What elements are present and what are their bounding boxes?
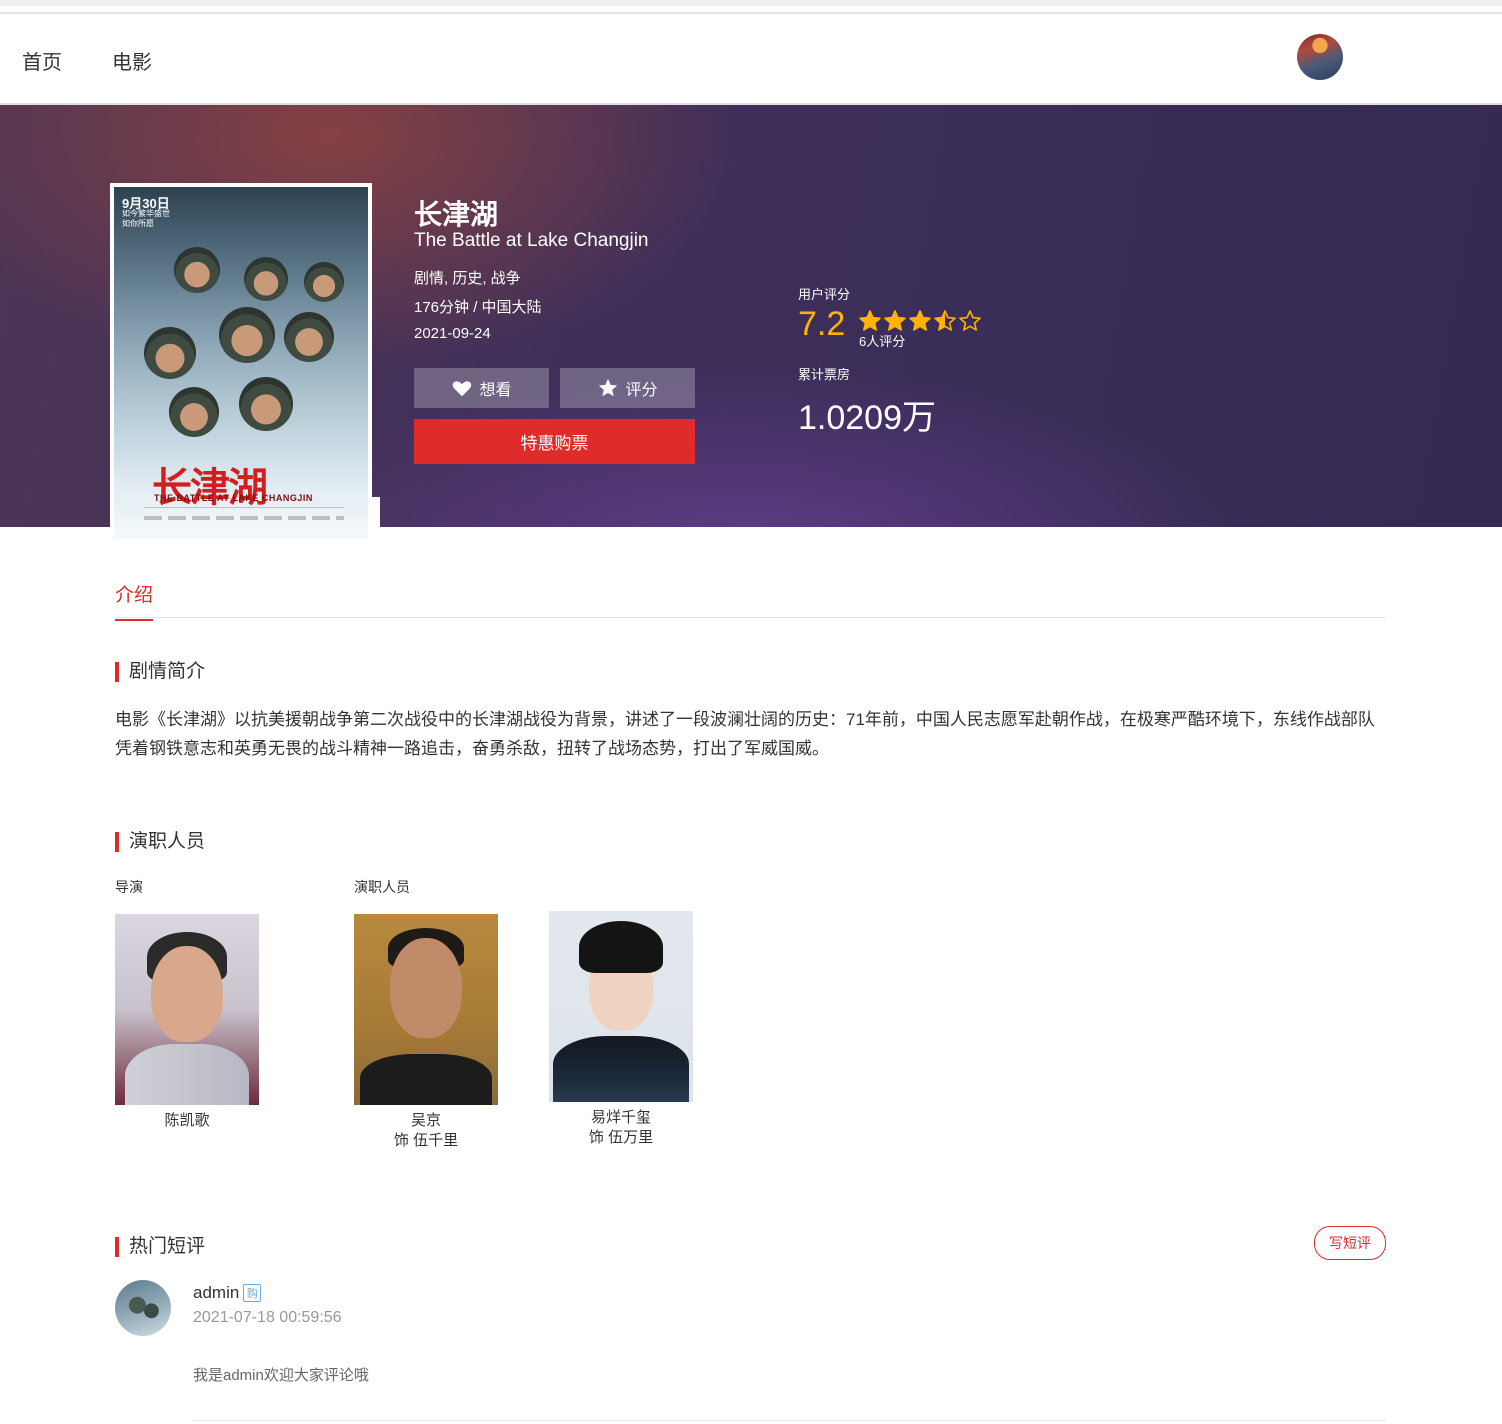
director-name: 陈凯歌 bbox=[164, 1112, 210, 1129]
poster-soldier bbox=[219, 307, 275, 363]
rating-score: 7.2 bbox=[798, 305, 846, 343]
reviews-heading: 热门短评 bbox=[115, 1237, 205, 1257]
review-divider bbox=[193, 1420, 1386, 1421]
star-half-icon bbox=[934, 310, 956, 331]
poster-image: 9月30日 如今繁华盛世 如你所愿 长津湖 THE BATTLE AT LAKE… bbox=[114, 187, 368, 539]
browser-top-strip bbox=[0, 0, 1502, 6]
star-full-icon bbox=[859, 310, 881, 331]
actor-name: 吴京 bbox=[410, 1112, 441, 1129]
rating-count: 6人评分 bbox=[859, 334, 906, 349]
poster-frame-tab bbox=[368, 497, 380, 543]
star-full-icon bbox=[909, 310, 931, 331]
top-nav: 首页 电影 bbox=[0, 14, 1502, 104]
cast-heading: 演职人员 bbox=[115, 832, 205, 852]
reviewer-name[interactable]: admin bbox=[193, 1283, 239, 1303]
box-office-label: 累计票房 bbox=[798, 367, 851, 382]
nav-movies-link[interactable]: 电影 bbox=[112, 46, 152, 75]
actor-photo bbox=[549, 911, 693, 1102]
actor-name: 易烊千玺 bbox=[590, 1109, 651, 1126]
poster-tagline: 如今繁华盛世 如你所愿 bbox=[122, 209, 170, 229]
heart-icon bbox=[453, 381, 472, 397]
poster-soldier bbox=[244, 257, 288, 301]
actor-role: 饰 伍万里 bbox=[588, 1129, 654, 1146]
tab-intro[interactable]: 介绍 bbox=[115, 580, 154, 621]
box-office-value: 1.0209万 bbox=[798, 399, 936, 437]
star-empty-icon bbox=[959, 310, 981, 331]
movie-title-en: The Battle at Lake Changjin bbox=[414, 230, 649, 251]
purchased-badge: 购 bbox=[243, 1284, 262, 1302]
detail-tabs: 介绍 bbox=[115, 580, 1386, 621]
poster-soldier bbox=[174, 247, 220, 293]
cast-card-actor[interactable]: 吴京 饰 伍千里 bbox=[354, 914, 498, 1151]
rate-button[interactable]: 评分 bbox=[560, 368, 695, 408]
rate-label: 评分 bbox=[625, 382, 658, 399]
cast-card-director[interactable]: 陈凯歌 bbox=[115, 914, 259, 1131]
want-to-see-button[interactable]: 想看 bbox=[414, 368, 549, 408]
star-icon bbox=[599, 378, 618, 397]
user-rating-label: 用户评分 bbox=[798, 287, 851, 302]
reviewer-avatar[interactable] bbox=[115, 1280, 171, 1336]
actor-photo bbox=[354, 914, 498, 1105]
write-review-button[interactable]: 写短评 bbox=[1314, 1226, 1386, 1260]
actors-label: 演职人员 bbox=[354, 879, 410, 895]
cast-card-actor[interactable]: 易烊千玺 饰 伍万里 bbox=[549, 911, 693, 1148]
poster-title-en: THE BATTLE AT LAKE CHANGJIN bbox=[154, 493, 313, 503]
poster-soldier bbox=[144, 327, 196, 379]
nav-home-link[interactable]: 首页 bbox=[22, 46, 62, 75]
movie-length-region: 176分钟 / 中国大陆 bbox=[414, 299, 542, 316]
user-avatar[interactable] bbox=[1297, 34, 1343, 80]
review-text: 我是admin欢迎大家评论哦 bbox=[193, 1367, 369, 1384]
poster-soldier bbox=[169, 387, 219, 437]
star-full-icon bbox=[884, 310, 906, 331]
poster-tagline-line: 如你所愿 bbox=[122, 219, 154, 228]
actor-role: 饰 伍千里 bbox=[393, 1132, 459, 1149]
poster-credits bbox=[144, 507, 344, 528]
poster-soldier bbox=[304, 262, 344, 302]
movie-poster: 9月30日 如今繁华盛世 如你所愿 长津湖 THE BATTLE AT LAKE… bbox=[110, 183, 372, 543]
movie-genres: 剧情, 历史, 战争 bbox=[414, 270, 521, 287]
movie-release-date: 2021-09-24 bbox=[414, 325, 491, 342]
movie-title: 长津湖 bbox=[414, 199, 499, 230]
poster-title: 长津湖 bbox=[152, 465, 268, 511]
director-label: 导演 bbox=[115, 879, 143, 895]
rating-stars bbox=[858, 309, 982, 333]
poster-soldier bbox=[239, 377, 293, 431]
plot-text: 电影《长津湖》以抗美援朝战争第二次战役中的长津湖战役为背景，讲述了一段波澜壮阔的… bbox=[115, 710, 1375, 758]
plot-heading: 剧情简介 bbox=[115, 662, 205, 682]
want-to-see-label: 想看 bbox=[479, 382, 512, 399]
poster-soldier bbox=[284, 312, 334, 362]
buy-ticket-button[interactable]: 特惠购票 bbox=[414, 419, 695, 464]
poster-tagline-line: 如今繁华盛世 bbox=[122, 209, 170, 218]
director-photo bbox=[115, 914, 259, 1105]
review-time: 2021-07-18 00:59:56 bbox=[193, 1309, 342, 1326]
review-user: admin 购 bbox=[193, 1283, 262, 1303]
